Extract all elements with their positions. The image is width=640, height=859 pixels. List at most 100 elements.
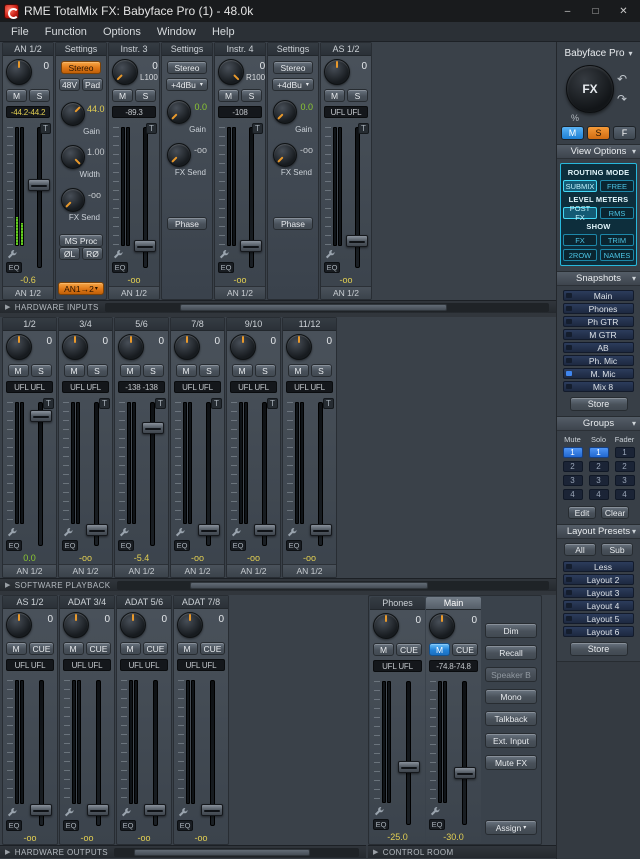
- channel-name[interactable]: Instr. 3: [109, 43, 159, 56]
- eq-button[interactable]: EQ: [286, 540, 302, 551]
- group-cell[interactable]: 3: [614, 475, 635, 486]
- pan-knob[interactable]: [286, 334, 312, 360]
- fader-handle[interactable]: [87, 803, 109, 816]
- mute-button[interactable]: M: [324, 89, 345, 102]
- group-cell[interactable]: 3: [562, 475, 583, 486]
- channel-name[interactable]: 1/2: [3, 318, 56, 331]
- wrench-icon[interactable]: [287, 527, 299, 538]
- settings-knob[interactable]: [61, 188, 85, 212]
- group-cell[interactable]: 4: [588, 489, 609, 500]
- stereo-button[interactable]: Stereo: [167, 61, 207, 74]
- trim-button[interactable]: T: [323, 398, 334, 409]
- fader-value[interactable]: -oo: [109, 274, 159, 286]
- cr-mono-button[interactable]: Mono: [485, 689, 537, 704]
- wrench-icon[interactable]: [7, 527, 19, 538]
- mute-button[interactable]: M: [175, 364, 197, 377]
- eq-button[interactable]: EQ: [174, 540, 190, 551]
- vo-trim-button[interactable]: TRIM: [600, 234, 634, 246]
- channel-name[interactable]: Phones: [370, 597, 425, 610]
- settings-knob[interactable]: [273, 143, 297, 167]
- layouts-store-button[interactable]: Store: [569, 642, 628, 656]
- scrollbar-track[interactable]: [104, 302, 549, 312]
- fader-handle[interactable]: [201, 803, 223, 816]
- settings-knob[interactable]: [61, 102, 85, 126]
- cue-button[interactable]: CUE: [199, 642, 226, 655]
- fader-value[interactable]: -5.4: [115, 552, 168, 564]
- fader-handle[interactable]: [29, 410, 52, 422]
- eq-button[interactable]: EQ: [230, 540, 246, 551]
- group-cell[interactable]: 3: [588, 475, 609, 486]
- settings-title[interactable]: Settings: [268, 43, 318, 56]
- wrench-icon[interactable]: [7, 807, 19, 818]
- fader-handle[interactable]: [144, 803, 166, 816]
- layout-preset-item[interactable]: Layout 5: [563, 613, 634, 624]
- layout-preset-item[interactable]: Layout 6: [563, 626, 634, 637]
- eq-button[interactable]: EQ: [120, 820, 136, 831]
- vo-2row-button[interactable]: 2ROW: [563, 249, 597, 261]
- phase-button[interactable]: Phase: [273, 217, 313, 230]
- fader-handle[interactable]: [30, 803, 52, 816]
- pad-button[interactable]: Pad: [82, 78, 103, 91]
- stereo-button[interactable]: Stereo: [273, 61, 313, 74]
- eq-button[interactable]: EQ: [112, 262, 128, 273]
- stereo-button[interactable]: Stereo: [61, 61, 101, 74]
- routing-target[interactable]: AN 1/2: [215, 286, 265, 299]
- eq-button[interactable]: EQ: [218, 262, 234, 273]
- eq-button[interactable]: EQ: [63, 820, 79, 831]
- routing-target[interactable]: AN 1/2: [227, 564, 280, 577]
- groups-edit-button[interactable]: Edit: [568, 506, 596, 519]
- solo-button[interactable]: S: [254, 364, 276, 377]
- channel-name[interactable]: ADAT 5/6: [117, 596, 171, 609]
- trim-button[interactable]: T: [43, 398, 54, 409]
- vo-free-button[interactable]: FREE: [600, 180, 634, 192]
- scrollbar-track[interactable]: [116, 580, 549, 590]
- trim-button[interactable]: T: [146, 123, 157, 134]
- phantom-48v-button[interactable]: 48V: [59, 78, 80, 91]
- group-cell[interactable]: 1: [614, 447, 635, 458]
- pan-knob[interactable]: [324, 59, 350, 85]
- wrench-icon[interactable]: [119, 527, 131, 538]
- eq-button[interactable]: EQ: [118, 540, 134, 551]
- vo-submix-button[interactable]: SUBMIX: [563, 180, 597, 192]
- group-cell[interactable]: 1: [562, 447, 583, 458]
- mute-button[interactable]: M: [7, 364, 29, 377]
- solo-button[interactable]: S: [198, 364, 220, 377]
- channel-name[interactable]: 3/4: [59, 318, 112, 331]
- layout-preset-item[interactable]: Layout 4: [563, 600, 634, 611]
- mute-button[interactable]: M: [119, 364, 141, 377]
- solo-button[interactable]: S: [30, 364, 52, 377]
- channel-name[interactable]: AS 1/2: [3, 596, 57, 609]
- eq-button[interactable]: EQ: [6, 820, 22, 831]
- routing-target[interactable]: AN 1/2: [109, 286, 159, 299]
- settings-knob[interactable]: [273, 100, 297, 124]
- pan-knob[interactable]: [118, 334, 144, 360]
- close-button[interactable]: ✕: [611, 2, 636, 20]
- trim-button[interactable]: T: [211, 398, 222, 409]
- wrench-icon[interactable]: [175, 527, 187, 538]
- fader-value[interactable]: -oo: [3, 832, 57, 844]
- wrench-icon[interactable]: [178, 807, 190, 818]
- solo-button[interactable]: S: [241, 89, 262, 102]
- fader-value[interactable]: -0.6: [3, 274, 53, 286]
- snapshot-item[interactable]: Main: [563, 290, 634, 301]
- fader-handle[interactable]: [346, 234, 368, 247]
- fader-track[interactable]: [406, 681, 411, 825]
- level-reference-select[interactable]: +4dBu ▾: [272, 78, 314, 91]
- vo-names-button[interactable]: NAMES: [600, 249, 634, 261]
- cr-mute-fx-button[interactable]: Mute FX: [485, 755, 537, 770]
- routing-target[interactable]: AN 1/2: [171, 564, 224, 577]
- device-selector[interactable]: Babyface Pro ▾: [557, 42, 640, 64]
- fader-value[interactable]: -25.0: [370, 831, 425, 843]
- mute-button[interactable]: M: [231, 364, 253, 377]
- cue-button[interactable]: CUE: [142, 642, 169, 655]
- fader-handle[interactable]: [85, 524, 108, 536]
- solo-button[interactable]: S: [29, 89, 50, 102]
- groups-header[interactable]: Groups ▾: [557, 416, 640, 431]
- pan-knob[interactable]: [177, 612, 203, 638]
- solo-button[interactable]: S: [142, 364, 164, 377]
- group-cell[interactable]: 4: [562, 489, 583, 500]
- channel-name[interactable]: ADAT 3/4: [60, 596, 114, 609]
- routing-button[interactable]: AN1→2 ▾: [58, 282, 104, 295]
- mute-button[interactable]: M: [119, 642, 141, 655]
- fader-handle[interactable]: [134, 240, 156, 253]
